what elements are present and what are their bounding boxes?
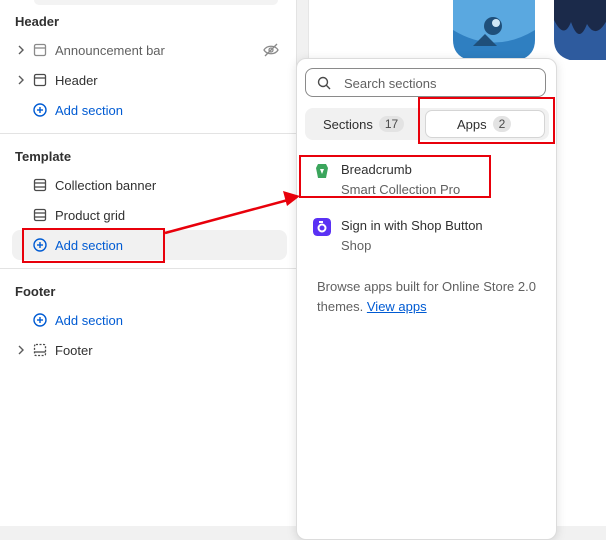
count-badge: 17 xyxy=(378,116,405,132)
browse-apps-text: Browse apps built for Online Store 2.0 t… xyxy=(317,277,542,317)
app-vendor: Shop xyxy=(341,238,372,253)
preview-product-images xyxy=(453,0,606,60)
annotation-box-breadcrumb xyxy=(299,155,491,198)
annotation-box-apps-tab xyxy=(418,97,555,144)
product-image-blue xyxy=(453,0,535,60)
search-sections-field[interactable] xyxy=(305,68,546,97)
section-item-announcement-bar[interactable]: Announcement bar xyxy=(12,35,287,65)
section-item-header[interactable]: Header xyxy=(12,65,287,95)
section-layout-icon xyxy=(33,208,47,222)
hidden-eye-icon[interactable] xyxy=(263,43,279,57)
chevron-right-icon[interactable] xyxy=(15,44,27,56)
section-item-collection-banner[interactable]: Collection banner xyxy=(12,170,287,200)
tab-label: Sections xyxy=(323,116,373,132)
section-item-label: Product grid xyxy=(55,208,126,223)
group-title-header: Header xyxy=(15,14,60,29)
search-sections-input[interactable] xyxy=(342,73,541,94)
divider xyxy=(0,133,296,134)
app-block-shop-sign-in[interactable]: Sign in with Shop Button Shop xyxy=(313,216,543,256)
section-layout-icon xyxy=(33,43,47,57)
section-layout-icon xyxy=(33,73,47,87)
plus-circle-icon xyxy=(33,103,47,117)
app-name: Sign in with Shop Button xyxy=(341,218,483,233)
chevron-right-icon[interactable] xyxy=(15,344,27,356)
section-item-label: Header xyxy=(55,73,98,88)
scroll-strip xyxy=(34,0,278,5)
section-item-label: Announcement bar xyxy=(55,43,165,58)
divider xyxy=(0,268,296,269)
section-item-label: Footer xyxy=(55,343,93,358)
section-item-footer[interactable]: Footer xyxy=(12,335,287,365)
section-item-product-grid[interactable]: Product grid xyxy=(12,200,287,230)
shop-app-icon xyxy=(313,218,331,236)
section-item-label: Collection banner xyxy=(55,178,157,193)
group-title-footer: Footer xyxy=(15,284,56,299)
tab-sections[interactable]: Sections 17 xyxy=(307,110,419,138)
group-title-template: Template xyxy=(15,149,72,164)
plus-circle-icon xyxy=(33,313,47,327)
view-apps-link[interactable]: View apps xyxy=(367,299,427,314)
annotation-box-add-section xyxy=(22,228,165,263)
section-footer-icon xyxy=(33,343,47,357)
add-section-button-footer[interactable]: Add section xyxy=(12,305,287,335)
add-section-label: Add section xyxy=(55,103,123,118)
add-section-button-header[interactable]: Add section xyxy=(12,95,287,125)
add-section-label: Add section xyxy=(55,313,123,328)
search-icon xyxy=(317,76,331,90)
section-layout-icon xyxy=(33,178,47,192)
chevron-right-icon[interactable] xyxy=(15,74,27,86)
sections-sidebar: Header Announcement bar Header Add secti… xyxy=(0,0,297,526)
product-image-dark xyxy=(554,0,606,60)
